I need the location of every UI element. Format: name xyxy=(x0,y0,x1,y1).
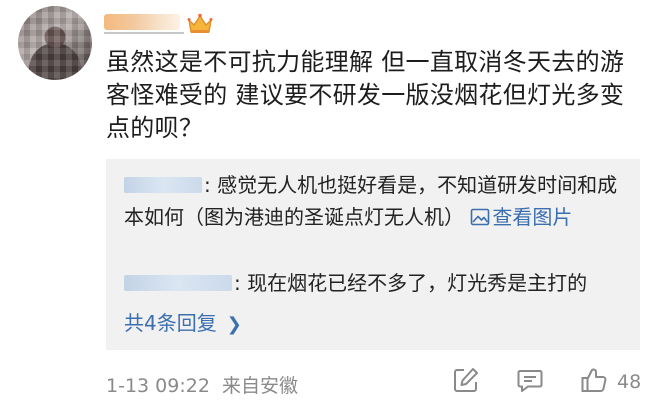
reply-username-blurred[interactable] xyxy=(124,275,232,291)
reply-item[interactable]: : 现在烟花已经不多了，灯光秀是主打的 xyxy=(124,267,624,299)
comment-icon[interactable] xyxy=(516,366,544,394)
image-icon xyxy=(471,208,490,226)
post-meta: 1-13 09:22 来自安徽 xyxy=(106,371,298,398)
reply-item[interactable]: : 感觉无人机也挺好看是，不知道研发时间和成本如何（图为港迪的圣诞点灯无人机） … xyxy=(124,169,624,233)
like-count: 48 xyxy=(617,371,642,393)
edit-icon[interactable] xyxy=(452,366,480,394)
crown-icon xyxy=(187,13,213,33)
post-time: 1-13 09:22 xyxy=(106,375,210,397)
post-location: 来自安徽 xyxy=(221,375,298,397)
thumbs-up-icon[interactable] xyxy=(580,366,608,394)
reply-text: : 现在烟花已经不多了，灯光秀是主打的 xyxy=(234,271,588,295)
chevron-right-icon: ❯ xyxy=(226,314,242,335)
username-blurred[interactable] xyxy=(104,14,180,30)
view-image-link[interactable]: 查看图片 xyxy=(470,205,572,229)
more-replies-label: 共4条回复 xyxy=(124,311,217,335)
reply-username-blurred[interactable] xyxy=(124,177,202,193)
user-avatar[interactable] xyxy=(18,6,92,80)
username-underline xyxy=(104,32,184,34)
replies-box: : 感觉无人机也挺好看是，不知道研发时间和成本如何（图为港迪的圣诞点灯无人机） … xyxy=(106,159,640,350)
more-replies-link[interactable]: 共4条回复 ❯ xyxy=(124,307,242,336)
post-text: 虽然这是不可抗力能理解 但一直取消冬天去的游客怪难受的 建议要不研发一版没烟花但… xyxy=(106,48,625,142)
view-image-label: 查看图片 xyxy=(492,205,573,229)
